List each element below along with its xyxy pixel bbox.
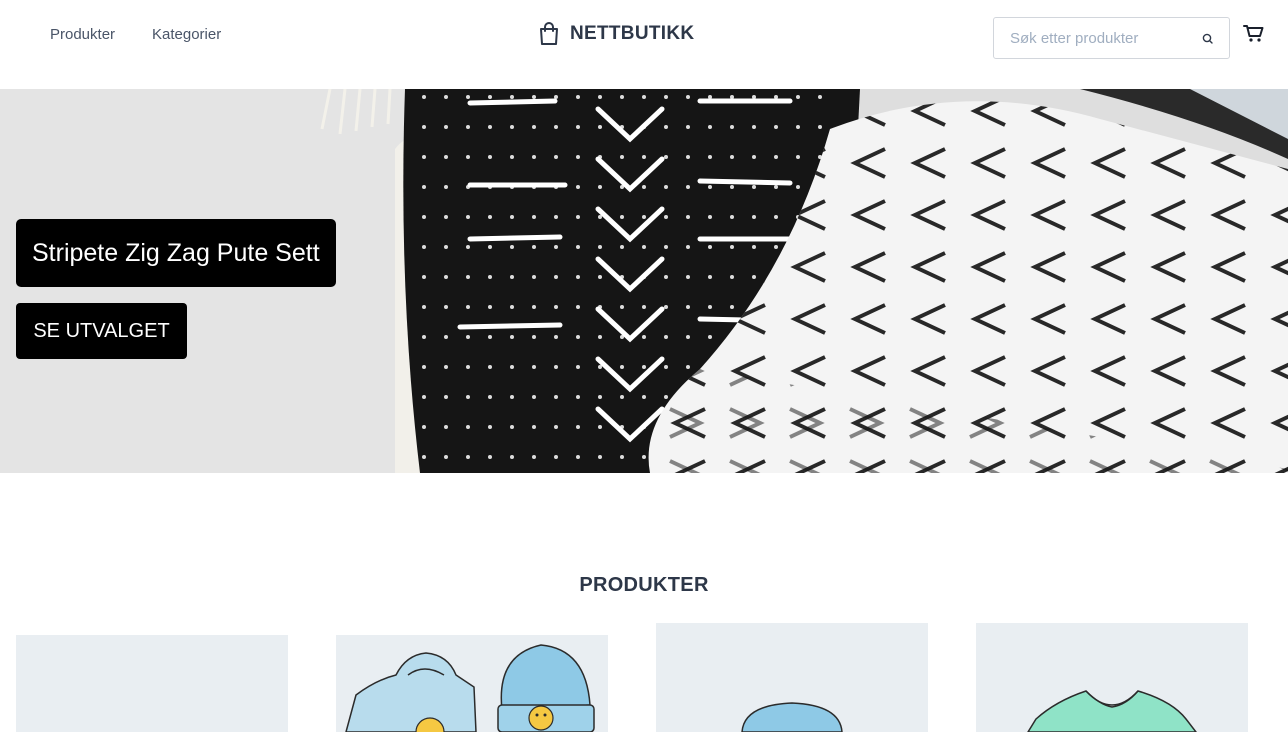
brand-name: NETTBUTIKK	[570, 23, 695, 44]
shopping-bag-icon	[540, 22, 558, 45]
cart-icon[interactable]	[1243, 22, 1265, 44]
search-input[interactable]	[994, 18, 1194, 58]
site-header: Produkter Kategorier NETTBUTIKK	[0, 0, 1288, 89]
nav-products-link[interactable]: Produkter	[50, 26, 115, 43]
see-selection-button[interactable]: SE UTVALGET	[16, 303, 187, 359]
product-card[interactable]	[976, 623, 1248, 732]
search-box	[993, 17, 1230, 59]
nav-categories-link[interactable]: Kategorier	[152, 26, 221, 43]
product-card[interactable]	[656, 623, 928, 732]
hoodie-beanie-image	[345, 644, 595, 732]
tshirt-image	[1027, 690, 1197, 732]
brand-logo[interactable]: NETTBUTIKK	[538, 22, 694, 46]
hero-banner: Stripete Zig Zag Pute Sett SE UTVALGET	[0, 89, 1288, 473]
product-card[interactable]	[336, 635, 608, 732]
product-image-placeholder	[16, 635, 288, 732]
search-icon[interactable]	[1201, 32, 1215, 46]
product-card[interactable]	[16, 635, 288, 732]
hero-title: Stripete Zig Zag Pute Sett	[16, 219, 336, 287]
beanie-image	[741, 702, 843, 732]
products-section-title: PRODUKTER	[579, 574, 709, 596]
